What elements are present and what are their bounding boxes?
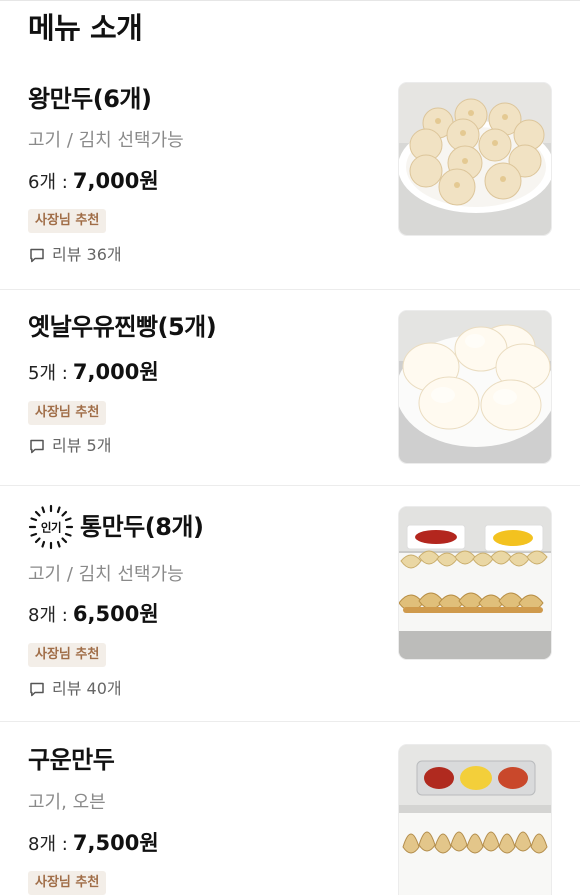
- menu-item-price: 8개 : 7,500원: [28, 829, 159, 859]
- owner-recommend-badge: 사장님 추천: [28, 209, 107, 233]
- menu-item-quantity: 6개 :: [28, 172, 68, 193]
- owner-recommend-badge: 사장님 추천: [28, 643, 107, 667]
- pan-fried-dumplings-photo[interactable]: [398, 744, 552, 895]
- menu-item-name: 왕만두(6개): [28, 85, 152, 113]
- menu-item-description: 고기 / 김치 선택가능: [28, 130, 184, 151]
- menu-item-name: 통만두(8개): [80, 513, 204, 541]
- owner-recommend-badge: 사장님 추천: [28, 871, 107, 895]
- menu-item-reviews[interactable]: 리뷰 5개: [28, 435, 111, 457]
- menu-item-quantity: 5개 :: [28, 363, 68, 384]
- menu-item-grilled-mandu[interactable]: 구운만두 고기, 오븐 8개 : 7,500원 사장님 추천: [0, 722, 580, 895]
- menu-item-tong-mandu[interactable]: 인기 통만두(8개) 고기 / 김치 선택가능 8개 : 6,500원 사장님 …: [0, 486, 580, 722]
- menu-item-price: 6개 : 7,000원: [28, 167, 159, 197]
- menu-item-description: 고기, 오븐: [28, 792, 106, 813]
- menu-item-name: 구운만두: [28, 746, 115, 774]
- menu-item-price: 5개 : 7,000원: [28, 358, 159, 388]
- menu-item-review-count: 리뷰 40개: [52, 679, 122, 698]
- speech-bubble-icon: [30, 439, 44, 454]
- popular-badge-icon: 인기: [28, 504, 74, 550]
- dumplings-with-sauces-photo[interactable]: [398, 506, 552, 660]
- steamed-dumplings-photo[interactable]: [398, 82, 552, 236]
- menu-item-price-value: 6,500원: [72, 602, 159, 626]
- menu-item-review-count: 리뷰 5개: [52, 436, 112, 455]
- menu-item-description: 고기 / 김치 선택가능: [28, 564, 184, 585]
- menu-item-reviews[interactable]: 리뷰 36개: [28, 244, 122, 266]
- speech-bubble-icon: [30, 248, 44, 263]
- menu-item-reviews[interactable]: 리뷰 40개: [28, 678, 122, 700]
- menu-item-review-count: 리뷰 36개: [52, 245, 122, 264]
- menu-item-quantity: 8개 :: [28, 605, 68, 626]
- speech-bubble-icon: [30, 682, 44, 697]
- menu-item-price-value: 7,000원: [72, 360, 159, 384]
- menu-item-wang-mandu[interactable]: 왕만두(6개) 고기 / 김치 선택가능 6개 : 7,000원 사장님 추천 …: [0, 60, 580, 290]
- menu-item-name: 옛날우유찐빵(5개): [28, 313, 217, 341]
- menu-item-price: 8개 : 6,500원: [28, 600, 159, 630]
- menu-item-price-value: 7,500원: [72, 831, 159, 855]
- owner-recommend-badge: 사장님 추천: [28, 401, 107, 425]
- menu-item-price-value: 7,000원: [72, 169, 159, 193]
- menu-item-milk-bun[interactable]: 옛날우유찐빵(5개) 5개 : 7,000원 사장님 추천 리뷰 5개: [0, 290, 580, 486]
- menu-item-quantity: 8개 :: [28, 834, 68, 855]
- page-title: 메뉴 소개: [28, 11, 143, 45]
- popular-badge-label: 인기: [41, 521, 61, 535]
- steamed-buns-photo[interactable]: [398, 310, 552, 464]
- top-divider: [0, 0, 580, 1]
